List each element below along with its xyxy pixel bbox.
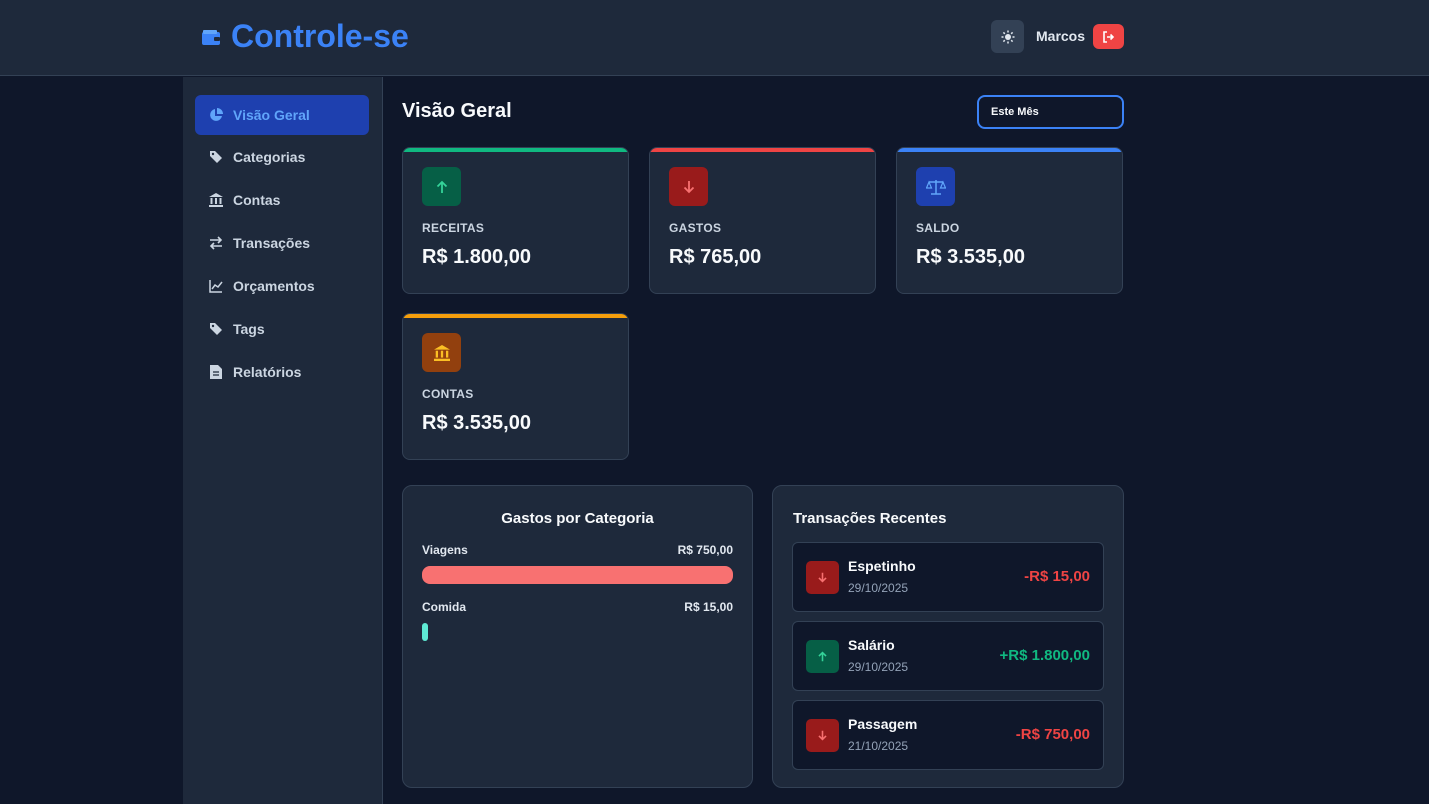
- line-chart-icon: [209, 279, 223, 293]
- sidebar-item-label: Tags: [233, 321, 265, 337]
- card-accent-bar: [897, 148, 1122, 152]
- category-name: Viagens: [422, 543, 468, 557]
- category-bar: [422, 623, 428, 641]
- file-icon: [209, 365, 223, 379]
- stat-label: CONTAS: [422, 387, 474, 401]
- stat-card-saldo: SALDO R$ 3.535,00: [896, 147, 1123, 294]
- page-title: Visão Geral: [402, 100, 512, 122]
- stat-value: R$ 765,00: [669, 246, 762, 268]
- sidebar-item-contas[interactable]: Contas: [195, 180, 369, 220]
- card-accent-bar: [403, 314, 628, 318]
- sidebar-item-label: Orçamentos: [233, 278, 315, 294]
- sidebar-item-relatorios[interactable]: Relatórios: [195, 352, 369, 392]
- panel-title: Transações Recentes: [793, 510, 947, 527]
- logout-icon: [1103, 30, 1115, 43]
- period-select[interactable]: Este Mês: [977, 95, 1124, 129]
- transaction-date: 29/10/2025: [848, 581, 909, 595]
- category-amount: R$ 15,00: [684, 600, 733, 614]
- spending-by-category-panel: Gastos por Categoria Viagens R$ 750,00 C…: [402, 485, 753, 788]
- sidebar-item-categorias[interactable]: Categorias: [195, 137, 369, 177]
- recent-transactions-panel: Transações Recentes Espetinho 29/10/2025…: [772, 485, 1124, 788]
- arrow-down-icon: [806, 719, 839, 752]
- sidebar-item-label: Transações: [233, 235, 311, 251]
- transaction-item[interactable]: Passagem 21/10/2025 -R$ 750,00: [792, 700, 1104, 770]
- sun-icon: [1001, 30, 1014, 43]
- transaction-date: 21/10/2025: [848, 739, 909, 753]
- stat-card-contas: CONTAS R$ 3.535,00: [402, 313, 629, 460]
- brand[interactable]: Controle-se: [201, 18, 409, 55]
- app-title: Controle-se: [231, 18, 409, 54]
- card-accent-bar: [403, 148, 628, 152]
- transaction-date: 29/10/2025: [848, 660, 909, 674]
- arrow-down-icon: [806, 561, 839, 594]
- stat-label: GASTOS: [669, 221, 722, 235]
- transaction-amount: -R$ 15,00: [1024, 568, 1090, 585]
- arrow-down-icon: [669, 167, 708, 206]
- exchange-icon: [209, 236, 223, 250]
- sidebar-item-label: Categorias: [233, 149, 306, 165]
- transaction-name: Espetinho: [848, 558, 916, 574]
- stat-value: R$ 3.535,00: [916, 246, 1025, 268]
- category-name: Comida: [422, 600, 467, 614]
- balance-scale-icon: [916, 167, 955, 206]
- sidebar-item-visao-geral[interactable]: Visão Geral: [195, 95, 369, 135]
- user-name: Marcos: [1036, 28, 1086, 44]
- transaction-item[interactable]: Salário 29/10/2025 +R$ 1.800,00: [792, 621, 1104, 691]
- theme-toggle-button[interactable]: [991, 20, 1024, 53]
- category-bar: [422, 566, 733, 584]
- bank-icon: [422, 333, 461, 372]
- stat-label: RECEITAS: [422, 221, 485, 235]
- sidebar-item-label: Contas: [233, 192, 281, 208]
- stat-label: SALDO: [916, 221, 960, 235]
- wallet-icon: [202, 29, 220, 45]
- sidebar-item-transacoes[interactable]: Transações: [195, 223, 369, 263]
- sidebar-item-label: Relatórios: [233, 364, 302, 380]
- stat-value: R$ 3.535,00: [422, 412, 531, 434]
- bank-icon: [209, 193, 223, 207]
- sidebar-item-orcamentos[interactable]: Orçamentos: [195, 266, 369, 306]
- sidebar-item-tags[interactable]: Tags: [195, 309, 369, 349]
- tags-icon: [209, 322, 223, 336]
- category-amount: R$ 750,00: [677, 543, 733, 557]
- transaction-item[interactable]: Espetinho 29/10/2025 -R$ 15,00: [792, 542, 1104, 612]
- stat-card-receitas: RECEITAS R$ 1.800,00: [402, 147, 629, 294]
- sidebar: Visão Geral Categorias Contas Transações…: [183, 77, 383, 804]
- arrow-up-icon: [806, 640, 839, 673]
- chart-pie-icon: [209, 108, 223, 122]
- logout-button[interactable]: [1093, 24, 1124, 49]
- stat-value: R$ 1.800,00: [422, 246, 531, 268]
- transaction-name: Salário: [848, 637, 895, 653]
- card-accent-bar: [650, 148, 875, 152]
- transaction-amount: +R$ 1.800,00: [999, 647, 1091, 664]
- transaction-amount: -R$ 750,00: [1015, 726, 1090, 743]
- panel-title: Gastos por Categoria: [501, 510, 654, 527]
- arrow-up-icon: [422, 167, 461, 206]
- stat-card-gastos: GASTOS R$ 765,00: [649, 147, 876, 294]
- app-header: Controle-se Marcos: [0, 0, 1429, 76]
- sidebar-item-label: Visão Geral: [233, 107, 310, 123]
- transaction-name: Passagem: [848, 716, 918, 732]
- tags-icon: [209, 150, 223, 164]
